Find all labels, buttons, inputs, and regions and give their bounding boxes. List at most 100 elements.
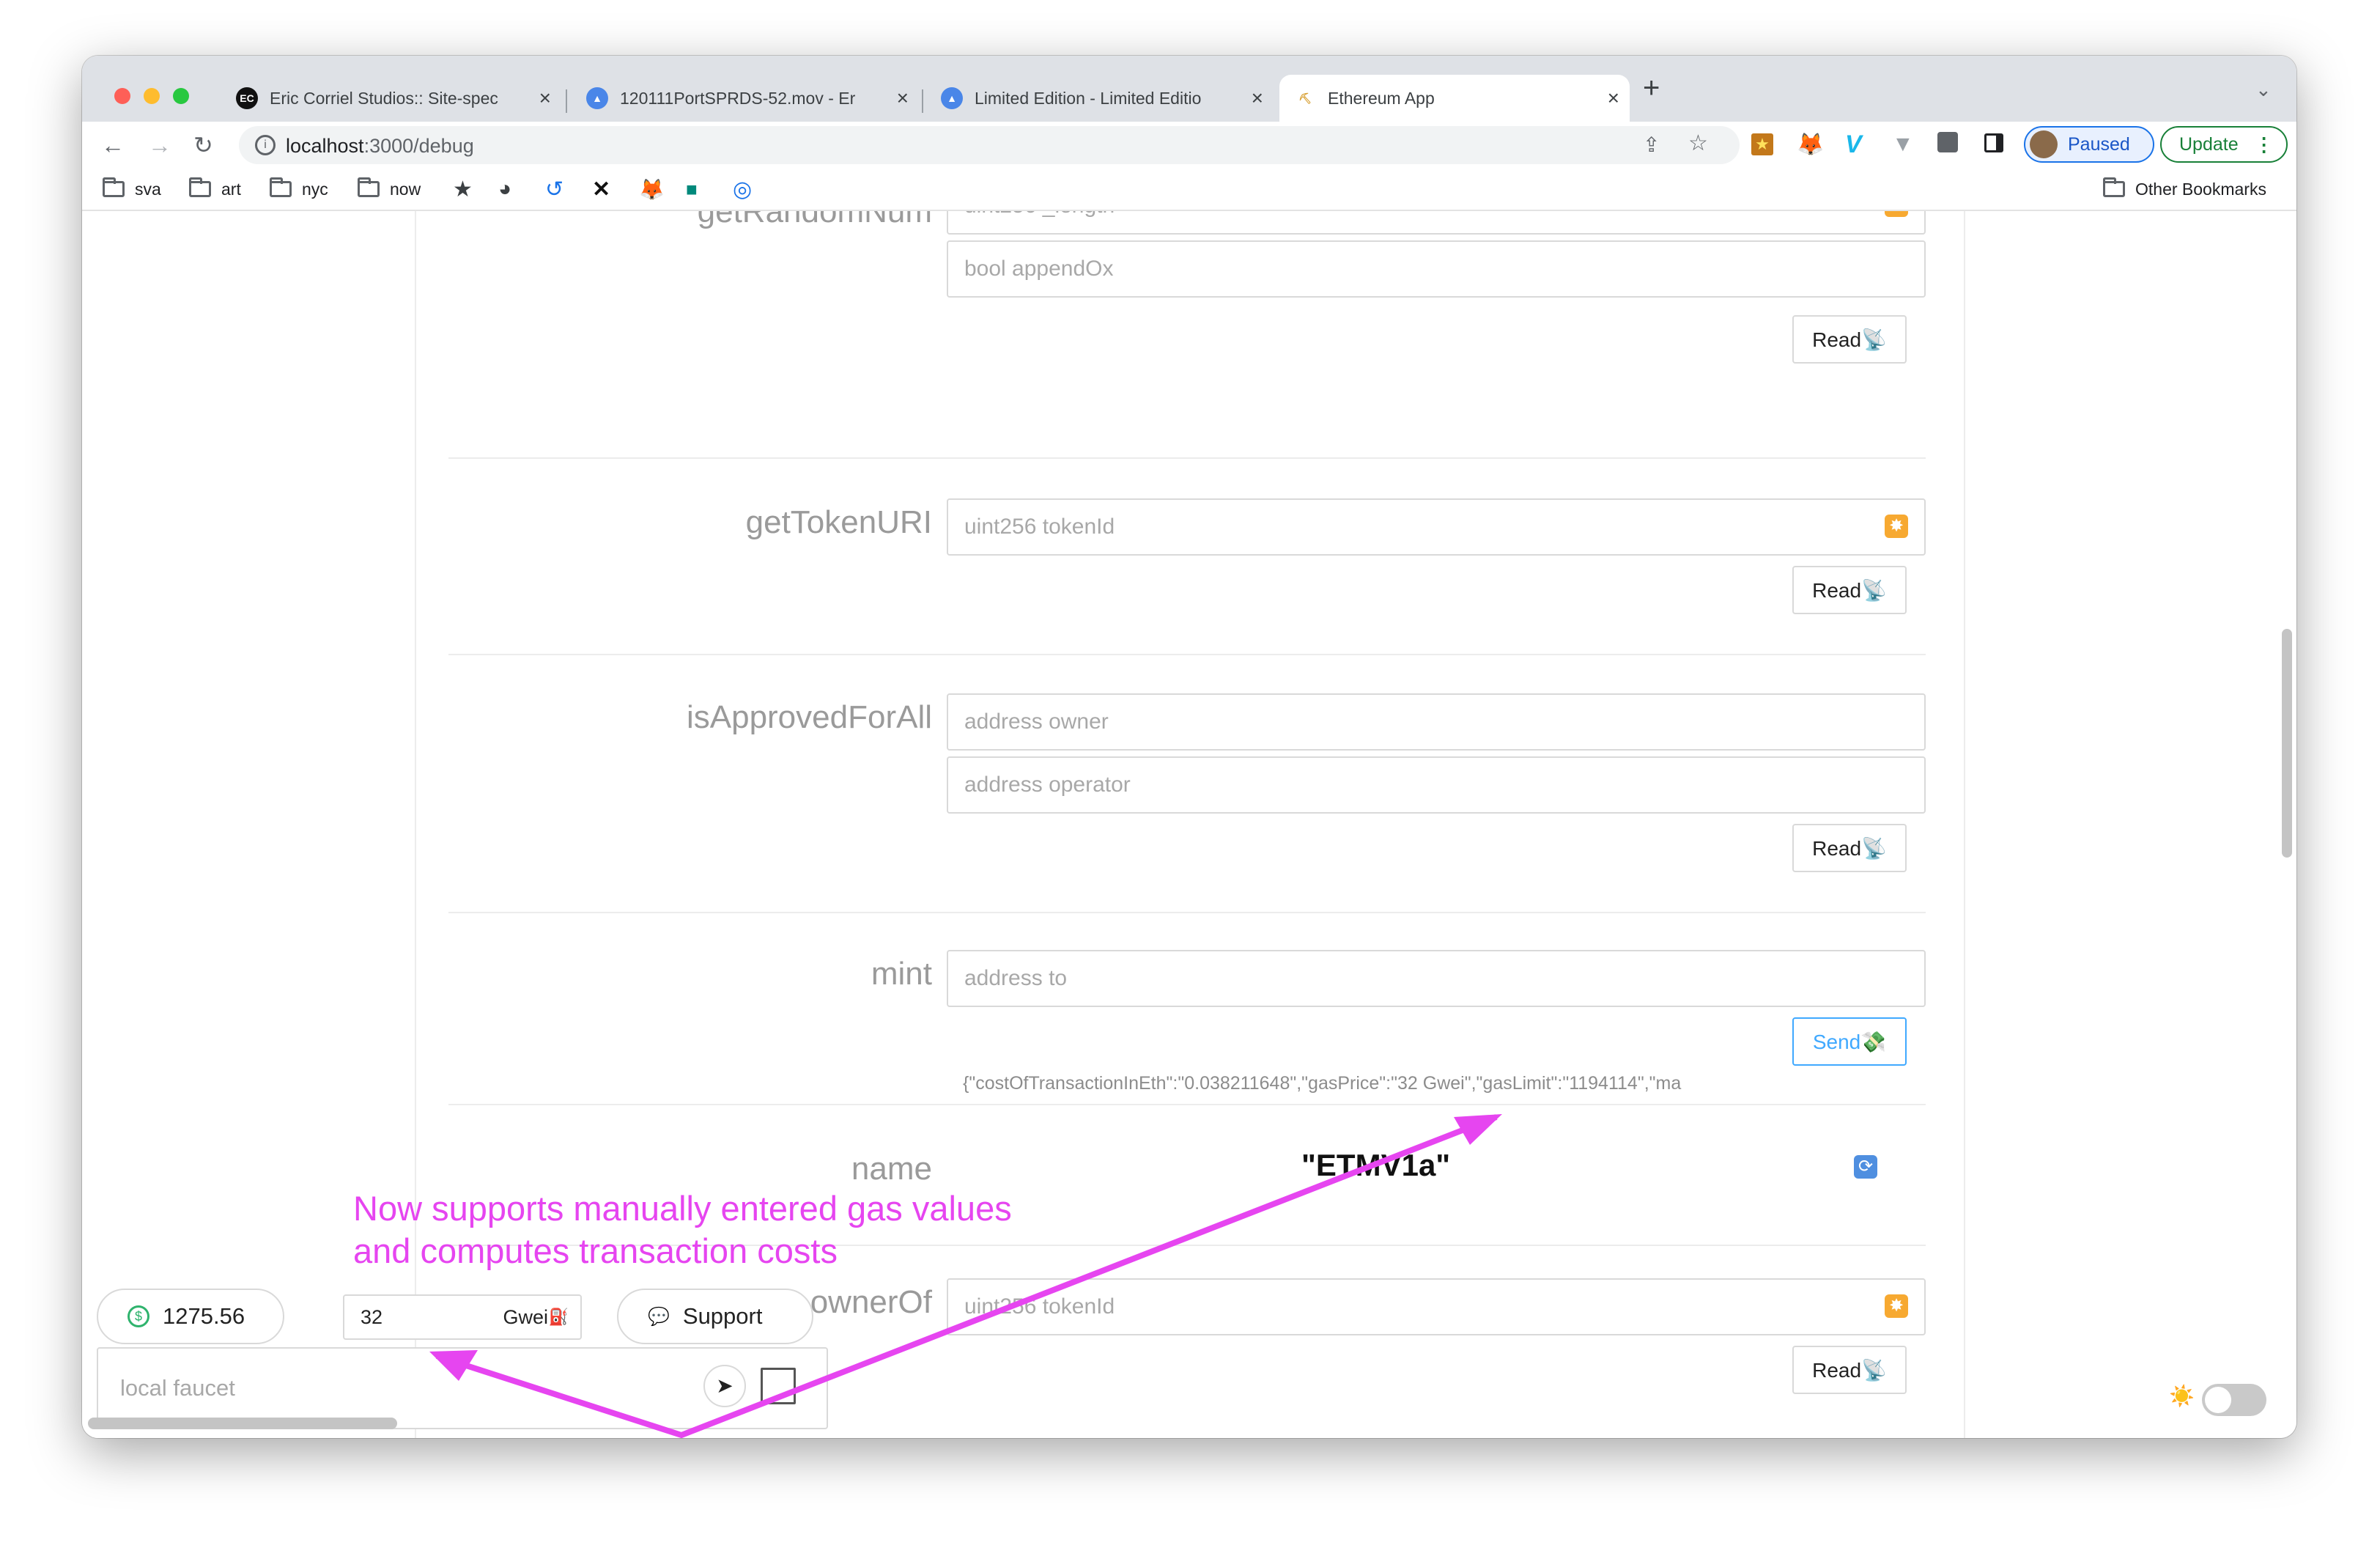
minimize-window-button[interactable] bbox=[144, 88, 160, 104]
share-icon[interactable]: ⇪ bbox=[1643, 133, 1660, 157]
close-window-button[interactable] bbox=[114, 88, 130, 104]
bookmark-folder-nyc[interactable]: nyc bbox=[270, 177, 328, 201]
url-text: localhost:3000/debug bbox=[286, 135, 474, 157]
folder-icon bbox=[270, 177, 292, 197]
vpn-extension-icon[interactable]: ▼ bbox=[1892, 132, 1914, 157]
vertical-scrollbar[interactable] bbox=[2282, 629, 2292, 858]
gas-value: 32 bbox=[361, 1305, 383, 1328]
bookmark-label: nyc bbox=[302, 179, 328, 199]
bookmark-globe-icon[interactable]: ◕ bbox=[498, 177, 511, 201]
faucet-address-input[interactable]: local faucet bbox=[120, 1375, 235, 1401]
function-name-name: name bbox=[851, 1151, 932, 1187]
zoom-window-button[interactable] bbox=[173, 88, 189, 104]
close-tab-icon[interactable]: × bbox=[1608, 86, 1619, 110]
bookmark-sync-icon[interactable]: ↺ bbox=[545, 177, 563, 202]
bookmark-folder-art[interactable]: art bbox=[189, 177, 241, 201]
balance-pill[interactable]: $ 1275.56 bbox=[97, 1289, 284, 1344]
read-button[interactable]: Read📡 bbox=[1792, 824, 1907, 872]
tab-title: Eric Corriel Studios:: Site-spec bbox=[270, 88, 498, 108]
side-panel-icon[interactable] bbox=[1984, 133, 2003, 152]
owner-address-input[interactable]: address owner bbox=[947, 693, 1926, 751]
metamask-icon[interactable]: 🦊 bbox=[1797, 132, 1824, 158]
extensions-puzzle-icon[interactable] bbox=[1937, 132, 1958, 152]
function-name-isapprovedforall: isApprovedForAll bbox=[686, 699, 932, 735]
avatar bbox=[2030, 130, 2058, 158]
close-tab-icon[interactable]: × bbox=[539, 86, 551, 110]
bookmark-folder-sva[interactable]: sva bbox=[103, 177, 161, 201]
column-border bbox=[1964, 211, 1965, 1438]
reload-icon[interactable]: ↻ bbox=[193, 133, 213, 157]
refresh-icon[interactable]: ⟳ bbox=[1854, 1155, 1877, 1179]
bookmark-gitlab-icon[interactable]: 🦊 bbox=[639, 177, 665, 201]
send-button[interactable]: Send💸 bbox=[1792, 1017, 1907, 1066]
tab-limited-edition[interactable]: ▲ Limited Edition - Limited Editio × bbox=[926, 75, 1274, 122]
forward-arrow-icon[interactable]: → bbox=[148, 133, 171, 157]
token-id-input[interactable]: uint256 tokenId ✸ bbox=[947, 498, 1926, 556]
site-info-icon[interactable]: i bbox=[255, 135, 276, 155]
close-tab-icon[interactable]: × bbox=[897, 86, 909, 110]
length-input[interactable]: uint256 _length ✸ bbox=[947, 211, 1926, 235]
profile-status-label: Paused bbox=[2068, 133, 2130, 155]
update-label: Update bbox=[2179, 133, 2239, 155]
tab-title: 120111PortSPRDS-52.mov - Er bbox=[620, 88, 856, 108]
function-name-mint: mint bbox=[871, 956, 932, 992]
send-plane-icon[interactable]: ➤ bbox=[703, 1365, 746, 1407]
horizontal-scrollbar[interactable] bbox=[88, 1418, 397, 1429]
other-bookmarks[interactable]: Other Bookmarks bbox=[2103, 177, 2266, 201]
annotation-line-1: Now supports manually entered gas values bbox=[353, 1189, 1012, 1228]
tab-search-chevron-icon[interactable]: ⌄ bbox=[2255, 78, 2272, 101]
multiply-icon[interactable]: ✸ bbox=[1885, 1294, 1908, 1318]
placeholder: uint256 _length bbox=[964, 211, 1115, 218]
support-label: Support bbox=[682, 1303, 763, 1329]
extension-bookmark-icon[interactable]: ★ bbox=[1751, 133, 1773, 155]
bookmark-label: sva bbox=[135, 179, 161, 199]
ec-favicon-icon: EC bbox=[236, 87, 258, 109]
bookmark-star-icon[interactable]: ☆ bbox=[1688, 132, 1708, 155]
read-button[interactable]: Read📡 bbox=[1792, 1346, 1907, 1394]
bookmark-x-icon[interactable]: ✕ bbox=[592, 177, 610, 202]
read-button[interactable]: Read📡 bbox=[1792, 566, 1907, 614]
append-ox-input[interactable]: bool appendOx bbox=[947, 240, 1926, 298]
support-button[interactable]: 💬 Support bbox=[617, 1289, 813, 1344]
mint-to-address-input[interactable]: address to bbox=[947, 950, 1926, 1007]
function-name-gettokenuri: getTokenURI bbox=[745, 504, 932, 540]
bookmark-label: now bbox=[390, 179, 421, 199]
transaction-result-text: {"costOfTransactionInEth":"0.038211648",… bbox=[963, 1073, 1682, 1094]
multiply-icon[interactable]: ✸ bbox=[1885, 515, 1908, 538]
divider bbox=[448, 912, 1926, 913]
back-arrow-icon[interactable]: ← bbox=[101, 133, 125, 157]
tab-title: Limited Edition - Limited Editio bbox=[975, 88, 1202, 108]
multiply-icon[interactable]: ✸ bbox=[1885, 211, 1908, 217]
drive-icon: ▲ bbox=[941, 87, 963, 109]
placeholder: address operator bbox=[964, 773, 1131, 797]
operator-address-input[interactable]: address operator bbox=[947, 756, 1926, 814]
tab-ethereum-app[interactable]: ⛏ Ethereum App × bbox=[1279, 75, 1630, 122]
owner-of-token-id-input[interactable]: uint256 tokenId ✸ bbox=[947, 1278, 1926, 1335]
vimeo-icon[interactable]: V bbox=[1845, 130, 1862, 159]
faucet-wallet-icon[interactable] bbox=[761, 1368, 796, 1404]
tab-bar: EC Eric Corriel Studios:: Site-spec × ▲ … bbox=[82, 56, 2296, 122]
bookmark-label: Other Bookmarks bbox=[2135, 179, 2266, 199]
browser-window: EC Eric Corriel Studios:: Site-spec × ▲ … bbox=[82, 56, 2296, 1438]
annotation-line-2: and computes transaction costs bbox=[353, 1231, 838, 1270]
bookmark-meet-icon[interactable]: ■ bbox=[686, 177, 698, 201]
bookmark-folder-now[interactable]: now bbox=[358, 177, 421, 201]
address-bar[interactable]: i localhost:3000/debug ⇪ ☆ bbox=[239, 126, 1740, 164]
browser-toolbar: ← → ↻ i localhost:3000/debug ⇪ ☆ ★ 🦊 V ▼… bbox=[82, 122, 2296, 169]
tab-separator bbox=[922, 89, 923, 113]
profile-paused-button[interactable]: Paused bbox=[2024, 126, 2154, 163]
bookmark-star-icon[interactable]: ★ bbox=[453, 177, 473, 202]
update-button[interactable]: Update ⋮ bbox=[2160, 126, 2288, 163]
bookmark-pin-icon[interactable]: ◎ bbox=[733, 177, 752, 202]
read-button[interactable]: Read📡 bbox=[1792, 315, 1907, 364]
dollar-coin-icon: $ bbox=[128, 1305, 149, 1327]
tab-eric-corriel[interactable]: EC Eric Corriel Studios:: Site-spec × bbox=[221, 75, 561, 122]
new-tab-icon[interactable]: + bbox=[1643, 73, 1660, 103]
scaffold-favicon-icon: ⛏ bbox=[1294, 87, 1316, 109]
theme-toggle[interactable] bbox=[2202, 1384, 2266, 1416]
balance-value: 1275.56 bbox=[163, 1303, 245, 1329]
placeholder: bool appendOx bbox=[964, 257, 1114, 281]
gas-price-input[interactable]: 32 Gwei ⛽ bbox=[343, 1294, 582, 1340]
tab-drive-mov[interactable]: ▲ 120111PortSPRDS-52.mov - Er × bbox=[572, 75, 919, 122]
close-tab-icon[interactable]: × bbox=[1252, 86, 1263, 110]
